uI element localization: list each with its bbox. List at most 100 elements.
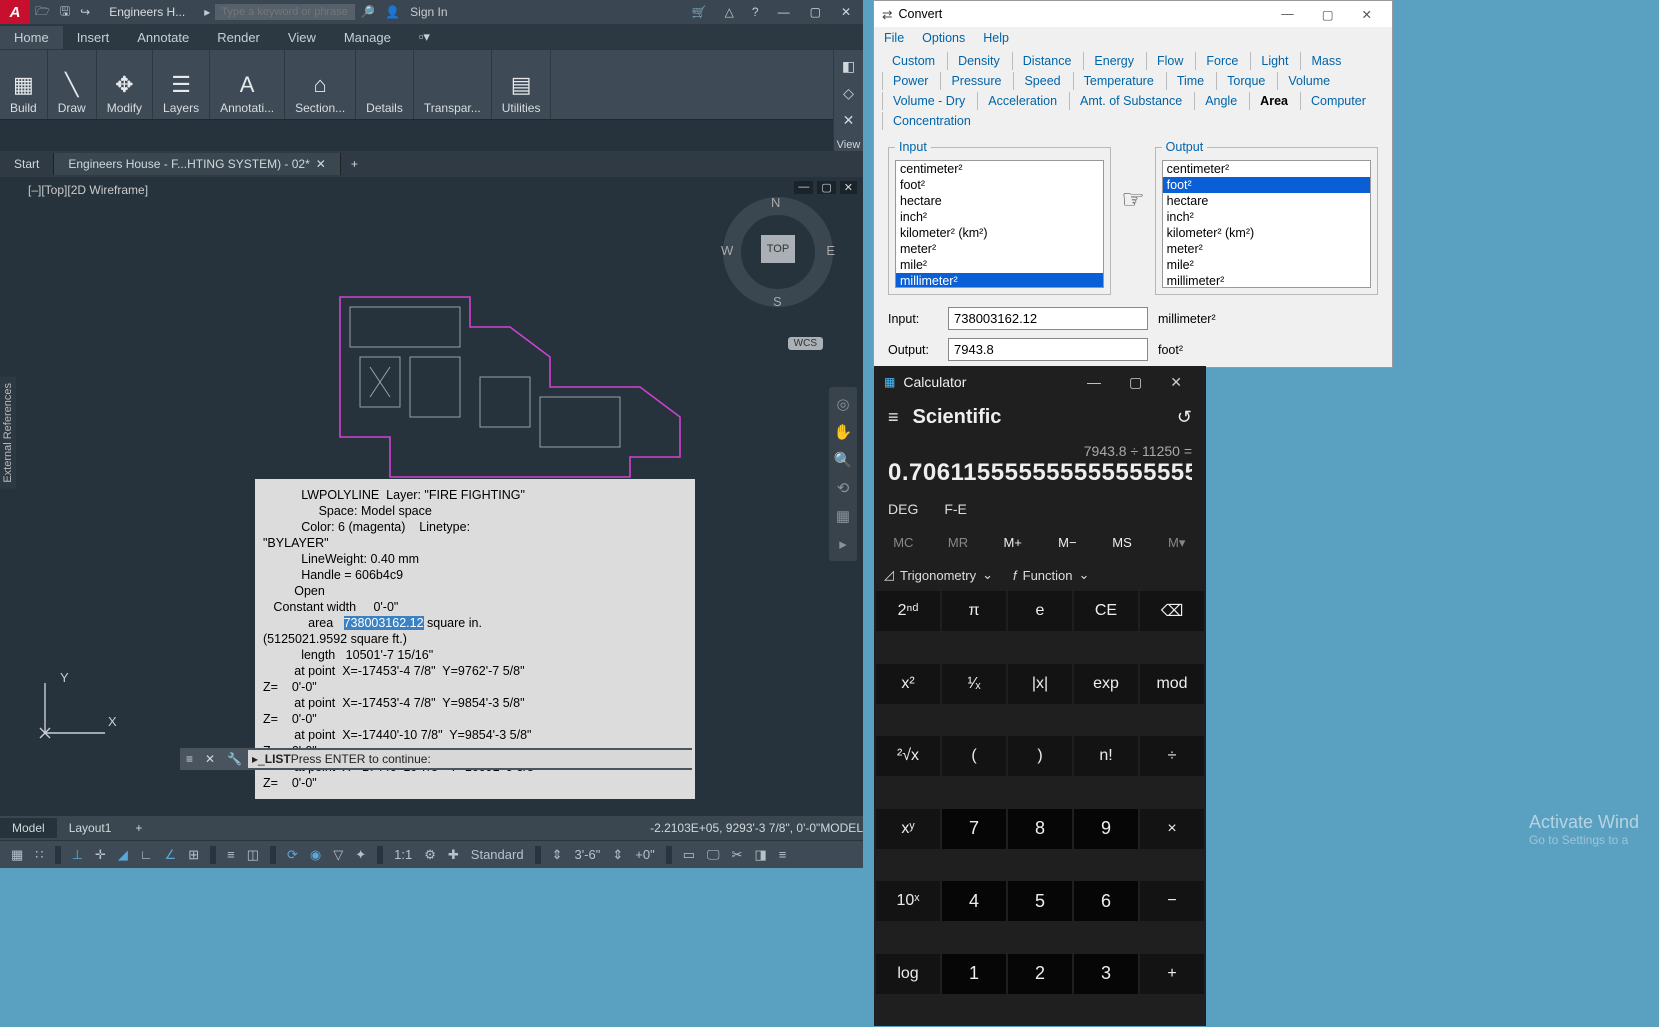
viewcube-east[interactable]: E [826, 243, 835, 258]
sb-elev-icon[interactable]: ⇕ [609, 845, 626, 865]
key-[interactable]: − [1140, 881, 1204, 921]
vp-restore[interactable]: ▢ [817, 181, 835, 194]
unit-option[interactable]: kilometer² (km²) [896, 225, 1103, 241]
unit-option[interactable]: meter² [896, 241, 1103, 257]
panel-draw[interactable]: ╲Draw [48, 50, 97, 119]
key-[interactable]: ⌫ [1140, 591, 1204, 631]
input-unit-listbox[interactable]: centimeter²foot²hectareinch²kilometer² (… [895, 160, 1104, 288]
calc-minimize[interactable]: — [1073, 368, 1115, 397]
sb-scale[interactable]: 1:1 [391, 845, 415, 864]
key-[interactable]: × [1140, 809, 1204, 849]
key-4[interactable]: 4 [942, 881, 1006, 921]
mplus-button[interactable]: M+ [985, 529, 1040, 557]
wcs-badge[interactable]: WCS [788, 337, 823, 350]
unit-option[interactable]: millimeter² [896, 273, 1103, 288]
hamburger-icon[interactable]: ≡ [888, 407, 899, 428]
save-icon[interactable]: 🖫 [55, 2, 75, 23]
category-angle[interactable]: Angle [1194, 92, 1247, 110]
key-[interactable]: ( [942, 736, 1006, 776]
viewcube[interactable]: TOP N S E W [723, 197, 833, 307]
sb-grid-icon[interactable]: ▦ [8, 845, 26, 865]
tab-home[interactable]: Home [0, 26, 63, 49]
unit-option[interactable]: foot² [896, 177, 1103, 193]
sb-dyn-icon[interactable]: ⊞ [185, 845, 202, 865]
steering-wheel-icon[interactable]: ◎ [836, 395, 849, 413]
key-8[interactable]: 8 [1008, 809, 1072, 849]
sb-transparency-icon[interactable]: ◫ [244, 845, 262, 865]
app-icon[interactable]: △ [720, 5, 739, 19]
unit-option[interactable]: centimeter² [896, 161, 1103, 177]
keyword-search-input[interactable] [215, 4, 355, 20]
panel-transparency[interactable]: Transpar... [414, 50, 492, 119]
tab-manage[interactable]: Manage [330, 26, 405, 49]
sb-menu-icon[interactable]: ≡ [776, 845, 790, 864]
history-icon[interactable]: ↺ [1177, 407, 1192, 428]
key-7[interactable]: 7 [942, 809, 1006, 849]
vp-minimize[interactable]: — [794, 181, 813, 194]
key-2[interactable]: 2 [1008, 954, 1072, 994]
mlist-button[interactable]: M▾ [1149, 529, 1204, 557]
category-amtofsubstance[interactable]: Amt. of Substance [1069, 92, 1192, 110]
cmd-close-icon[interactable]: ✕ [199, 752, 221, 766]
tab-file[interactable]: Engineers House - F...HTING SYSTEM) - 02… [54, 153, 340, 175]
key-ce[interactable]: CE [1074, 591, 1138, 631]
category-time[interactable]: Time [1166, 72, 1214, 90]
external-references-panel[interactable]: External References [0, 377, 16, 489]
panel-build[interactable]: ▦Build [0, 50, 48, 119]
unit-option[interactable]: hectare [1163, 193, 1370, 209]
category-density[interactable]: Density [947, 52, 1010, 70]
sb-iso-icon[interactable]: ◢ [115, 845, 131, 865]
key-10[interactable]: 10ˣ [876, 881, 940, 921]
category-force[interactable]: Force [1195, 52, 1248, 70]
key-9[interactable]: 9 [1074, 809, 1138, 849]
output-unit-listbox[interactable]: centimeter²foot²hectareinch²kilometer² (… [1162, 160, 1371, 288]
nav-expand-icon[interactable]: ▸ [839, 535, 847, 553]
orbit-icon[interactable]: ⟲ [837, 479, 850, 497]
cmd-customize-icon[interactable]: 🔧 [221, 752, 248, 766]
convert-maximize[interactable]: ▢ [1310, 3, 1346, 26]
category-energy[interactable]: Energy [1083, 52, 1144, 70]
key-n[interactable]: n! [1074, 736, 1138, 776]
sb-layer-icon[interactable]: ◨ [751, 845, 769, 865]
sb-ws-icon[interactable]: ▭ [680, 845, 698, 865]
category-area[interactable]: Area [1249, 92, 1298, 110]
ms-button[interactable]: MS [1095, 529, 1150, 557]
key-2[interactable]: 2ⁿᵈ [876, 591, 940, 631]
tab-model[interactable]: Model [0, 818, 57, 838]
sb-3d-icon[interactable]: ◉ [307, 845, 324, 865]
cmd-history-icon[interactable]: ≡ [180, 752, 199, 766]
dropdown-icon[interactable]: ▸ [199, 5, 215, 19]
unit-option[interactable]: centimeter² [1163, 161, 1370, 177]
key-5[interactable]: 5 [1008, 881, 1072, 921]
cube-icon[interactable]: ◧ [842, 58, 855, 75]
viewcube-north[interactable]: N [771, 195, 780, 210]
sb-monitor-icon[interactable]: 🖵 [704, 845, 723, 865]
category-pressure[interactable]: Pressure [940, 72, 1011, 90]
arrow-icon[interactable]: ↪ [75, 5, 95, 19]
menu-file[interactable]: File [884, 31, 904, 45]
key-[interactable]: ¹⁄ₓ [942, 664, 1006, 704]
new-tab-button[interactable]: + [341, 153, 368, 175]
restore-button[interactable]: ▢ [804, 3, 827, 21]
search-icon[interactable]: 🔎 [355, 5, 380, 19]
panel-details[interactable]: Details [356, 50, 414, 119]
sb-height[interactable]: 3'-6" [571, 845, 603, 864]
cart-icon[interactable]: 🛒 [687, 5, 712, 19]
unit-option[interactable]: mile² [1163, 257, 1370, 273]
tab-overflow-icon[interactable]: ▫▾ [405, 25, 444, 49]
key-mod[interactable]: mod [1140, 664, 1204, 704]
category-torque[interactable]: Torque [1216, 72, 1275, 90]
fe-button[interactable]: F-E [944, 501, 967, 517]
sb-polar-icon[interactable]: ✛ [92, 845, 109, 865]
calc-close[interactable]: ✕ [1156, 368, 1196, 397]
key-x[interactable]: x² [876, 664, 940, 704]
sb-elev[interactable]: +0" [632, 845, 657, 864]
showmotion-icon[interactable]: ▦ [836, 507, 850, 525]
viewcube-west[interactable]: W [721, 243, 733, 258]
panel-annotation[interactable]: AAnnotati... [210, 50, 285, 119]
sb-gear-icon[interactable]: ⚙ [421, 845, 439, 865]
zoom-icon[interactable]: 🔍 [834, 451, 853, 469]
key-[interactable]: ) [1008, 736, 1072, 776]
category-concentration[interactable]: Concentration [882, 112, 981, 130]
open-icon[interactable]: 🗁 [30, 2, 55, 23]
